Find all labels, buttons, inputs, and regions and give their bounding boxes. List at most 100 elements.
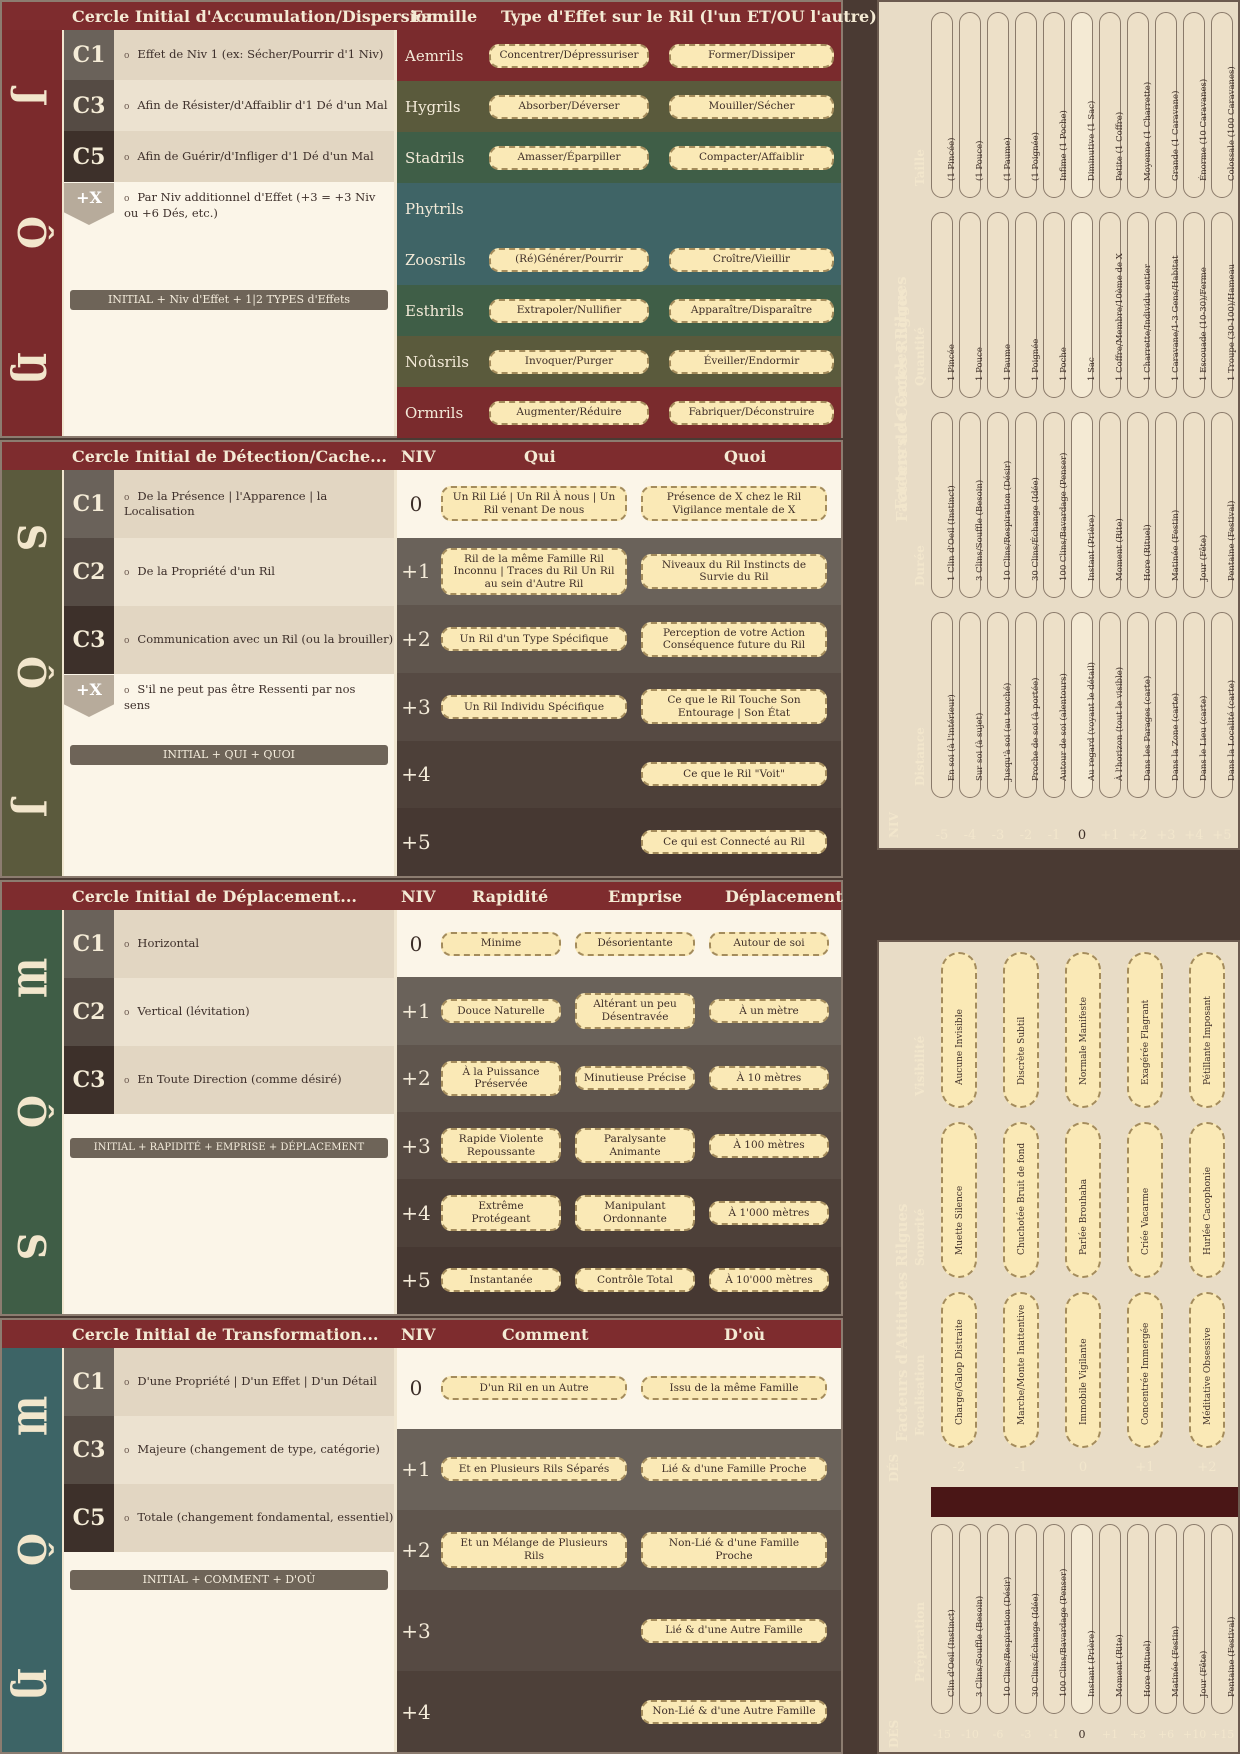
attitude-pill: Aucune Invisible xyxy=(941,952,977,1108)
factor-text: Instant (Prière) xyxy=(1087,1630,1097,1697)
col-deplacement: Déplacement xyxy=(725,887,843,906)
level-pill: Niveaux du Ril Instincts de Survie du Ri… xyxy=(641,553,827,590)
factor-text: (1 Poignée) xyxy=(1031,132,1041,181)
level-number: -3 xyxy=(991,828,1005,843)
formula-bar: INITIAL + RAPIDITÉ + EMPRISE + DÉPLACEME… xyxy=(70,1138,388,1158)
plus-x-desc: S'il ne peut pas être Ressenti par nos s… xyxy=(114,682,384,713)
attitude-text: Normale Manifeste xyxy=(1079,997,1089,1086)
attitude-text: Exagérée Flagrant xyxy=(1141,999,1151,1086)
level-pill: Manipulant Ordonnante xyxy=(575,1195,695,1231)
level-number: +10 xyxy=(1183,1728,1207,1741)
factor-text: Dans la Zone (carte) xyxy=(1171,692,1181,781)
level-number: -3 xyxy=(1020,1728,1032,1741)
section-title: Cercle Initial de Transformation... xyxy=(72,1325,379,1344)
col-type: Type d'Effet sur le Ril (l'un ET/OU l'au… xyxy=(501,7,877,26)
factor-cell: Hore (Rituel) xyxy=(1127,1524,1153,1714)
col-qui: Qui xyxy=(524,447,556,466)
factor-text: Au regard (voyant le détail) xyxy=(1087,662,1097,781)
level-pill: À 1'000 mètres xyxy=(709,1200,829,1225)
level-number: +2 xyxy=(401,627,431,652)
col-niv: NIV xyxy=(401,447,436,466)
factor-cell: 1 Caravane/1-3 Gens/Habitat xyxy=(1155,212,1181,398)
family-name: Phytrils xyxy=(405,199,464,218)
level-pill: Instantanée xyxy=(441,1268,561,1293)
col-dou: D'où xyxy=(724,1325,766,1344)
level-row: +2 À la Puissance Préservée Minutieuse Pré… xyxy=(397,1044,841,1112)
factor-text: Infime (1 Poche) xyxy=(1059,110,1069,181)
attitude-pill: Criée Vacarme xyxy=(1127,1122,1163,1278)
attitude-pill: Immobile Vigilante xyxy=(1065,1292,1101,1448)
factor-cell: Infime (1 Poche) xyxy=(1043,12,1069,198)
level-pill: Minutieuse Précise xyxy=(575,1066,695,1091)
factor-cell: Grande (1 Caravane) xyxy=(1155,12,1181,198)
cost-desc: Effet de Niv 1 (ex: Sécher/Pourrir d'1 N… xyxy=(114,47,383,63)
letter-band: ƜÔŊ xyxy=(2,1348,62,1752)
factor-cell: Instant (Prière) xyxy=(1071,412,1097,598)
cercle-factors-panel: Facteurs de Cercles Rilgues Facteurs de … xyxy=(877,0,1240,850)
level-pill: Et en Plusieurs Rils Séparés xyxy=(441,1457,627,1482)
effect-pill: Éveiller/Endormir xyxy=(669,349,834,374)
level-row: 0 D'un Ril en un Autre Issu de la même Fam… xyxy=(397,1348,841,1429)
level-pill: Issu de la même Famille xyxy=(641,1376,827,1401)
level-pill: À 10'000 mètres xyxy=(709,1268,829,1293)
factor-text: Pentaine (Festival) xyxy=(1227,1616,1237,1697)
level-number: +4 xyxy=(401,1699,431,1724)
attitude-text: Criée Vacarme xyxy=(1141,1188,1151,1256)
factor-text: (1 Pincée) xyxy=(947,137,957,181)
factor-text: 100 Clins/Bavardage (Penser) xyxy=(1059,1568,1069,1697)
formula-bar: INITIAL + QUI + QUOI xyxy=(70,745,388,765)
level-number: -4 xyxy=(963,828,977,843)
factor-cell: 30 Clins/Échange (Idée) xyxy=(1015,1524,1041,1714)
level-number: 0 xyxy=(1078,1460,1088,1475)
level-pill: Extrême Protégeant xyxy=(441,1195,561,1231)
level-table: 0 Minime Désorientante Autour de soi +1 Douce… xyxy=(397,910,841,1314)
cost-row: C1 Effet de Niv 1 (ex: Sécher/Pourrir d'… xyxy=(64,30,394,80)
level-row: +1 Douce Naturelle Altérant un peu Désentr… xyxy=(397,977,841,1045)
level-pill: Ril de la même Famille Ril Inconnu | Tra… xyxy=(441,547,627,596)
cost-row: C3 Majeure (changement de type, catégori… xyxy=(64,1416,394,1484)
factor-text: 1 Pincée xyxy=(947,344,957,381)
cost-row: C1 De la Présence | l'Apparence | la Loc… xyxy=(64,470,394,538)
level-pill: Altérant un peu Désentravée xyxy=(575,993,695,1029)
level-pill: Ce qui est Connecté au Ril xyxy=(641,830,827,855)
level-row: +2 Un Ril d'un Type Spécifique Perception … xyxy=(397,605,841,673)
factor-cell: (1 Pincée) xyxy=(931,12,957,198)
factor-cell: 3 Clins/Souffle (Besoin) xyxy=(959,1524,985,1714)
factor-cell: Jusqu'à soi (au touché) xyxy=(987,612,1013,798)
factor-text: Grande (1 Caravane) xyxy=(1171,90,1181,181)
factor-text: En soi (à l'intérieur) xyxy=(947,694,957,781)
family-row: Esthrils Extrapoler/Nullifier Apparaître/D… xyxy=(397,285,841,336)
level-pill: Douce Naturelle xyxy=(441,998,561,1023)
plus-x-badge: +X xyxy=(64,675,114,717)
factor-cell: Proche de soi (à portée) xyxy=(1015,612,1041,798)
family-name: Esthrils xyxy=(405,301,464,320)
cost-desc: Vertical (lévitation) xyxy=(114,1004,249,1020)
factor-text: Jour (Fête) xyxy=(1199,1650,1209,1697)
family-name: Hygrils xyxy=(405,97,461,116)
cost-row: C1 Horizontal xyxy=(64,910,394,978)
attitude-pill: Méditative Obsessive xyxy=(1189,1292,1225,1448)
level-row: +2 Et un Mélange de Plusieurs Rils Non-Lié… xyxy=(397,1509,841,1591)
level-number: -2 xyxy=(1019,828,1033,843)
cost-row: C2 Vertical (lévitation) xyxy=(64,978,394,1046)
level-row: +1 Ril de la même Famille Ril Inconnu | T… xyxy=(397,537,841,606)
family-name: Noûsrils xyxy=(405,352,469,371)
level-number: +1 xyxy=(401,998,431,1023)
group-label: Taille xyxy=(913,149,927,186)
col-comment: Comment xyxy=(502,1325,589,1344)
factor-cell: 1 Paume xyxy=(987,212,1013,398)
level-pill: Un Ril Individu Spécifique xyxy=(441,694,627,719)
factor-cell: 10 Clins/Respiration (Désir) xyxy=(987,412,1013,598)
cost-desc: Totale (changement fondamental, essentie… xyxy=(114,1510,393,1526)
factor-cell: 1 Clin d'Oeil (Instinct) xyxy=(931,412,957,598)
level-pill: Et un Mélange de Plusieurs Rils xyxy=(441,1532,627,1568)
attitude-text: Muette Silence xyxy=(955,1186,965,1256)
level-number: +1 xyxy=(1135,1460,1155,1475)
factor-text: Proche de soi (à portée) xyxy=(1031,677,1041,781)
level-pill: Lié & d'une Famille Proche xyxy=(641,1457,827,1482)
level-pill: Lié & d'une Autre Famille xyxy=(641,1618,827,1643)
factor-text: Jour (Fête) xyxy=(1199,534,1209,581)
level-number: 0 xyxy=(409,1376,423,1401)
factor-cell: 1 Poignée xyxy=(1015,212,1041,398)
factor-cell: 100 Clins/Bavardage (Penser) xyxy=(1043,1524,1069,1714)
